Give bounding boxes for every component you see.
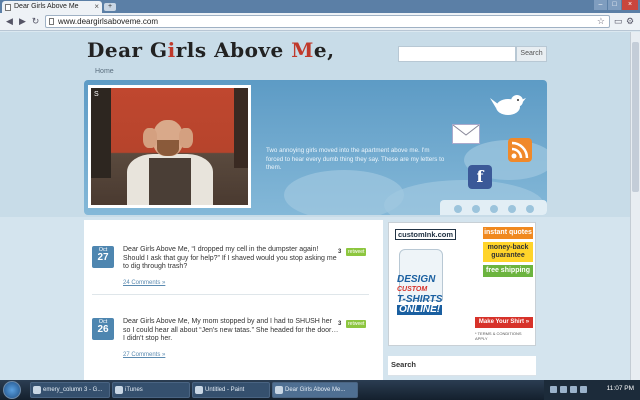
forward-icon[interactable]: ▶ — [17, 16, 28, 27]
date-day: 27 — [97, 252, 109, 263]
ad-text-line: ONLINE! — [397, 305, 443, 315]
page-icon — [5, 4, 11, 11]
paint-icon — [195, 386, 203, 394]
web-page: Dear Girls Above Me, Home Search S Two a… — [0, 32, 630, 380]
slide-dot[interactable] — [472, 205, 480, 213]
clock[interactable]: 11:07 PM — [607, 385, 634, 392]
page-menu-icon[interactable]: ▭ — [614, 16, 623, 27]
browser-icon — [275, 386, 283, 394]
retweet-count: 3 — [338, 249, 342, 255]
close-window-button[interactable]: × — [622, 0, 638, 10]
sidebar-search-heading: Search — [388, 356, 536, 376]
facebook-icon[interactable]: f — [468, 165, 492, 189]
start-button[interactable] — [3, 381, 21, 399]
logo-text: i — [167, 38, 176, 62]
make-shirt-button[interactable]: Make Your Shirt » — [475, 317, 533, 328]
window-controls: – □ × — [594, 0, 638, 11]
browser-tabstrip: Dear Girls Above Me × + – □ × — [0, 0, 640, 13]
app-icon — [33, 386, 41, 394]
post-divider — [92, 294, 369, 295]
ad-badges: instant quotes money-back guarantee free… — [483, 227, 533, 345]
logo-text: M — [291, 38, 314, 62]
logo-text: e, — [313, 38, 335, 62]
minimize-button[interactable]: – — [594, 0, 607, 10]
photo-corner-text: S — [94, 91, 99, 98]
slider-dots — [440, 200, 547, 215]
nav-home-link[interactable]: Home — [95, 68, 114, 75]
url-text: www.deargirlsaboveme.com — [58, 17, 159, 26]
post-text: Dear Girls Above Me, My mom stopped by a… — [123, 318, 339, 342]
slide-dot[interactable] — [508, 205, 516, 213]
volume-icon[interactable] — [560, 386, 567, 393]
retweet-button[interactable]: retweet — [346, 320, 367, 328]
taskbar-label: emery_column 3 - G... — [43, 387, 103, 393]
browser-toolbar: ◀ ▶ ↻ www.deargirlsaboveme.com ☆ ▭ ⚙ — [0, 13, 640, 31]
network-icon[interactable] — [550, 386, 557, 393]
taskbar-item[interactable]: iTunes — [112, 382, 190, 398]
email-icon[interactable] — [452, 124, 480, 144]
ad-terms: * TERMS & CONDITIONS APPLY — [475, 331, 522, 341]
itunes-icon — [115, 386, 123, 394]
taskbar-label: iTunes — [125, 387, 143, 393]
slide-dot[interactable] — [454, 205, 462, 213]
windows-taskbar: emery_column 3 - G... iTunes Untitled - … — [0, 380, 640, 400]
slide-dot[interactable] — [490, 205, 498, 213]
address-bar[interactable]: www.deargirlsaboveme.com ☆ — [45, 15, 610, 28]
close-tab-icon[interactable]: × — [94, 2, 99, 11]
bookmark-star-icon[interactable]: ☆ — [597, 16, 605, 27]
logo-text: rls Above — [175, 38, 292, 62]
site-tagline: Two annoying girls moved into the apartm… — [266, 147, 445, 171]
date-badge: Oct 27 — [92, 246, 114, 268]
comments-link[interactable]: 27 Comments » — [123, 352, 165, 358]
scrollbar-thumb[interactable] — [632, 42, 639, 192]
sidebar: customInk.com DESIGN CUSTOM T-SHIRTS ONL… — [386, 220, 538, 380]
back-icon[interactable]: ◀ — [4, 16, 15, 27]
search-input[interactable] — [398, 46, 516, 62]
customink-ad[interactable]: customInk.com DESIGN CUSTOM T-SHIRTS ONL… — [388, 222, 536, 346]
page-scrollbar[interactable] — [630, 32, 640, 380]
site-logo[interactable]: Dear Girls Above Me, — [87, 38, 335, 62]
taskbar-item[interactable]: emery_column 3 - G... — [30, 382, 110, 398]
comments-link[interactable]: 24 Comments » — [123, 280, 165, 286]
tray-icon[interactable] — [570, 386, 577, 393]
retweet-button[interactable]: retweet — [346, 248, 367, 256]
ad-badge: free shipping — [483, 265, 533, 277]
search-button[interactable]: Search — [516, 46, 547, 62]
ad-text-line: DESIGN — [397, 274, 436, 285]
retweet-widget[interactable]: 3 retweet — [338, 320, 367, 329]
header-banner: S Two annoying girls moved into the apar… — [84, 80, 547, 215]
tab-title: Dear Girls Above Me — [14, 3, 79, 10]
browser-tab[interactable]: Dear Girls Above Me × — [2, 1, 102, 13]
tray-icon[interactable] — [580, 386, 587, 393]
logo-text: Dear G — [87, 38, 168, 62]
retweet-widget[interactable]: 3 retweet — [338, 248, 367, 257]
ad-logo: customInk.com — [395, 229, 457, 240]
taskbar-item[interactable]: Dear Girls Above Me... — [272, 382, 358, 398]
taskbar-item[interactable]: Untitled - Paint — [192, 382, 270, 398]
date-day: 26 — [97, 324, 109, 335]
taskbar-label: Dear Girls Above Me... — [285, 387, 346, 393]
post-text: Dear Girls Above Me, “I dropped my cell … — [123, 246, 337, 270]
slide-dot[interactable] — [526, 205, 534, 213]
new-tab-button[interactable]: + — [104, 3, 116, 11]
ad-badge: instant quotes — [483, 227, 533, 239]
page-icon — [49, 18, 54, 25]
ad-headline: DESIGN CUSTOM T-SHIRTS ONLINE! — [397, 274, 443, 315]
ad-badge: money-back guarantee — [483, 242, 533, 262]
posts-column: Oct 27 Dear Girls Above Me, “I dropped m… — [84, 220, 383, 380]
reload-icon[interactable]: ↻ — [30, 16, 41, 27]
date-badge: Oct 26 — [92, 318, 114, 340]
retweet-count: 3 — [338, 321, 342, 327]
maximize-button[interactable]: □ — [608, 0, 621, 10]
taskbar-label: Untitled - Paint — [205, 387, 245, 393]
author-photo: S — [88, 85, 251, 208]
wrench-icon[interactable]: ⚙ — [626, 16, 634, 27]
twitter-bird-icon[interactable] — [490, 92, 526, 118]
system-tray: 11:07 PM — [544, 380, 640, 400]
rss-icon[interactable] — [508, 138, 532, 162]
